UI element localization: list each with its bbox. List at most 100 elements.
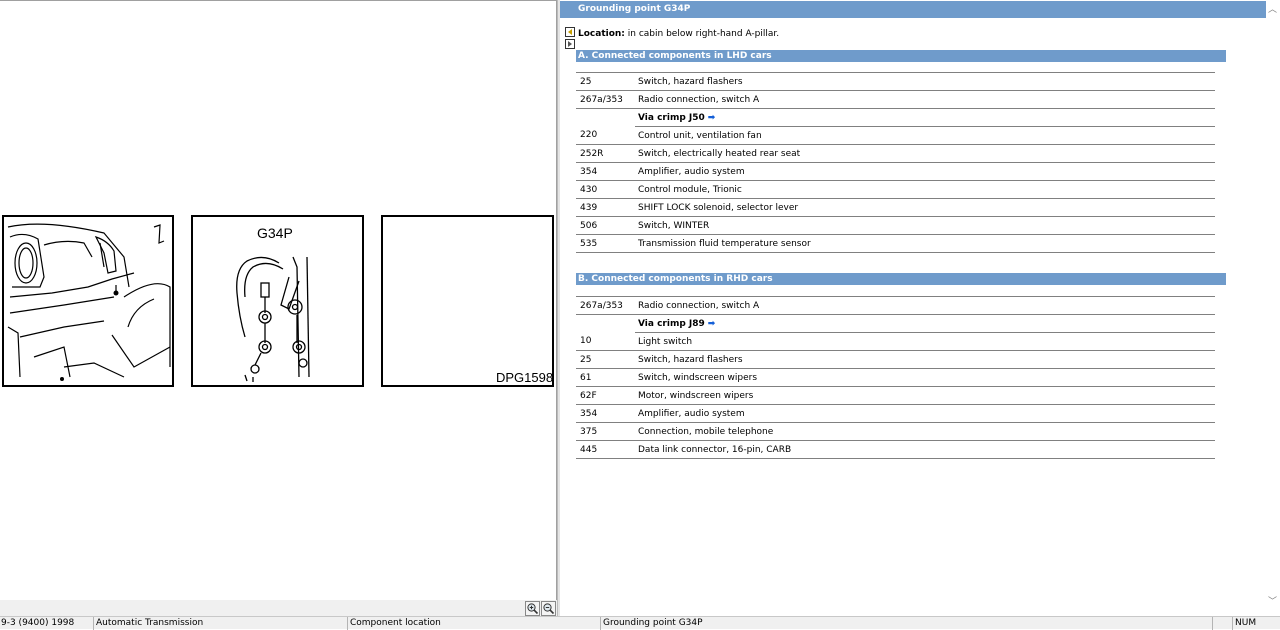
component-description-text: SHIFT LOCK solenoid, selector lever	[638, 202, 799, 213]
illustration-pane: G34P DPG1598	[0, 0, 557, 617]
drawing-reference-label: DPG1598	[496, 370, 554, 385]
location-text: in cabin below right-hand A-pillar.	[627, 29, 780, 39]
location-label: Location:	[578, 29, 625, 39]
via-crimp-row[interactable]: Via crimp J89 ➡	[576, 314, 1215, 333]
zoom-out-button[interactable]	[541, 601, 556, 616]
status-blank	[1214, 617, 1233, 630]
component-code: 25	[576, 350, 635, 369]
component-description: Switch, windscreen wipers	[635, 368, 1215, 387]
zoom-out-icon	[543, 603, 555, 615]
component-description: Transmission fluid temperature sensor	[635, 234, 1215, 253]
arrow-right-icon[interactable]: ➡	[708, 113, 716, 123]
component-description: Switch, WINTER	[635, 216, 1215, 235]
component-description-text: Data link connector, 16-pin, CARB	[638, 444, 792, 455]
component-code: 535	[576, 234, 635, 253]
component-description: Control unit, ventilation fan	[635, 126, 1215, 145]
component-code: 62F	[576, 386, 635, 405]
component-description-text: Amplifier, audio system	[638, 408, 745, 419]
table-row: 25 Switch, hazard flashers	[576, 72, 1215, 91]
status-bar: 9-3 (9400) 1998 Automatic Transmission C…	[0, 616, 1280, 630]
page-title: Grounding point G34P	[560, 1, 1266, 18]
zoom-toolbar	[0, 600, 557, 617]
location-line: Location: in cabin below right-hand A-pi…	[578, 29, 779, 39]
via-crimp-link[interactable]: Via crimp J89 ➡	[635, 314, 1215, 333]
component-description: Switch, hazard flashers	[635, 72, 1215, 91]
component-description: Switch, electrically heated rear seat	[635, 144, 1215, 163]
forward-icon[interactable]	[565, 39, 575, 49]
component-code	[576, 109, 635, 127]
table-row: 267a/353 Radio connection, switch A	[576, 90, 1215, 109]
component-code: 267a/353	[576, 90, 635, 109]
back-icon[interactable]	[565, 27, 575, 37]
table-row: 25 Switch, hazard flashers	[576, 350, 1215, 369]
component-code	[576, 315, 635, 333]
component-code: 61	[576, 368, 635, 387]
section-b-header: B. Connected components in RHD cars	[576, 273, 1226, 285]
table-row: 61 Switch, windscreen wipers	[576, 368, 1215, 387]
component-description: Amplifier, audio system	[635, 404, 1215, 423]
component-info-pane: Grounding point G34P Location: in cabin …	[560, 0, 1280, 616]
component-description-text: Switch, WINTER	[638, 220, 710, 231]
rhd-components-table: 267a/353 Radio connection, switch A Via cr…	[576, 296, 1215, 459]
component-description-text: Switch, hazard flashers	[638, 354, 743, 365]
table-row: 267a/353 Radio connection, switch A	[576, 296, 1215, 315]
table-row: 430 Control module, Trionic	[576, 180, 1215, 199]
component-description-text: Radio connection, switch A	[638, 300, 760, 311]
component-description-text: Amplifier, audio system	[638, 166, 745, 177]
component-code: 220	[576, 126, 635, 145]
status-model: 9-3 (9400) 1998	[0, 617, 94, 630]
component-description-text: Switch, electrically heated rear seat	[638, 148, 801, 159]
component-description-text: Switch, windscreen wipers	[638, 372, 758, 383]
component-description: Control module, Trionic	[635, 180, 1215, 199]
table-row: 252R Switch, electrically heated rear sea…	[576, 144, 1215, 163]
table-row: 10 Light switch	[576, 332, 1215, 351]
component-description-text: Radio connection, switch A	[638, 94, 760, 105]
component-description: Radio connection, switch A	[635, 90, 1215, 109]
component-description: Connection, mobile telephone	[635, 422, 1215, 441]
scroll-up-icon[interactable]: ︿	[1268, 2, 1277, 15]
section-a-header: A. Connected components in LHD cars	[576, 50, 1226, 62]
ground-point-illustration-panel: G34P	[191, 215, 364, 387]
dashboard-illustration-panel	[2, 215, 174, 387]
zoom-in-icon	[527, 603, 539, 615]
component-description-text: Transmission fluid temperature sensor	[638, 238, 811, 249]
component-description-text: Via crimp J50	[638, 112, 705, 123]
ground-point-drawing	[236, 256, 310, 382]
via-crimp-row[interactable]: Via crimp J50 ➡	[576, 108, 1215, 127]
zoom-in-button[interactable]	[525, 601, 540, 616]
table-row: 62F Motor, windscreen wipers	[576, 386, 1215, 405]
component-code: 10	[576, 332, 635, 351]
component-description: SHIFT LOCK solenoid, selector lever	[635, 198, 1215, 217]
arrow-right-icon[interactable]: ➡	[708, 319, 716, 329]
table-row: 375 Connection, mobile telephone	[576, 422, 1215, 441]
component-code: 354	[576, 162, 635, 181]
table-row: 220 Control unit, ventilation fan	[576, 126, 1215, 145]
status-view: Component location	[349, 617, 601, 630]
reference-panel: DPG1598	[381, 215, 554, 387]
component-description-text: Motor, windscreen wipers	[638, 390, 754, 401]
component-code: 25	[576, 72, 635, 91]
component-code: 430	[576, 180, 635, 199]
component-description-text: Control module, Trionic	[638, 184, 742, 195]
table-row: 439 SHIFT LOCK solenoid, selector lever	[576, 198, 1215, 217]
component-description-text: Light switch	[638, 336, 693, 347]
dashboard-drawing	[7, 223, 171, 381]
component-description-text: Control unit, ventilation fan	[638, 130, 762, 141]
table-row: 445 Data link connector, 16-pin, CARB	[576, 440, 1215, 459]
component-code: 252R	[576, 144, 635, 163]
table-row: 535 Transmission fluid temperature sensor	[576, 234, 1215, 253]
vertical-scrollbar[interactable]: ︿ ﹀	[1266, 0, 1280, 616]
component-description: Data link connector, 16-pin, CARB	[635, 440, 1215, 459]
table-row: 506 Switch, WINTER	[576, 216, 1215, 235]
status-system: Automatic Transmission	[95, 617, 348, 630]
scroll-down-icon[interactable]: ﹀	[1268, 594, 1277, 607]
component-code: 506	[576, 216, 635, 235]
via-crimp-link[interactable]: Via crimp J50 ➡	[635, 108, 1215, 127]
component-description-text: Switch, hazard flashers	[638, 76, 743, 87]
component-code: 439	[576, 198, 635, 217]
component-code: 445	[576, 440, 635, 459]
lhd-components-table: 25 Switch, hazard flashers 267a/353 Radio c…	[576, 72, 1215, 253]
component-description: Light switch	[635, 332, 1215, 351]
component-description-text: Connection, mobile telephone	[638, 426, 774, 437]
component-description-text: Via crimp J89	[638, 318, 705, 329]
